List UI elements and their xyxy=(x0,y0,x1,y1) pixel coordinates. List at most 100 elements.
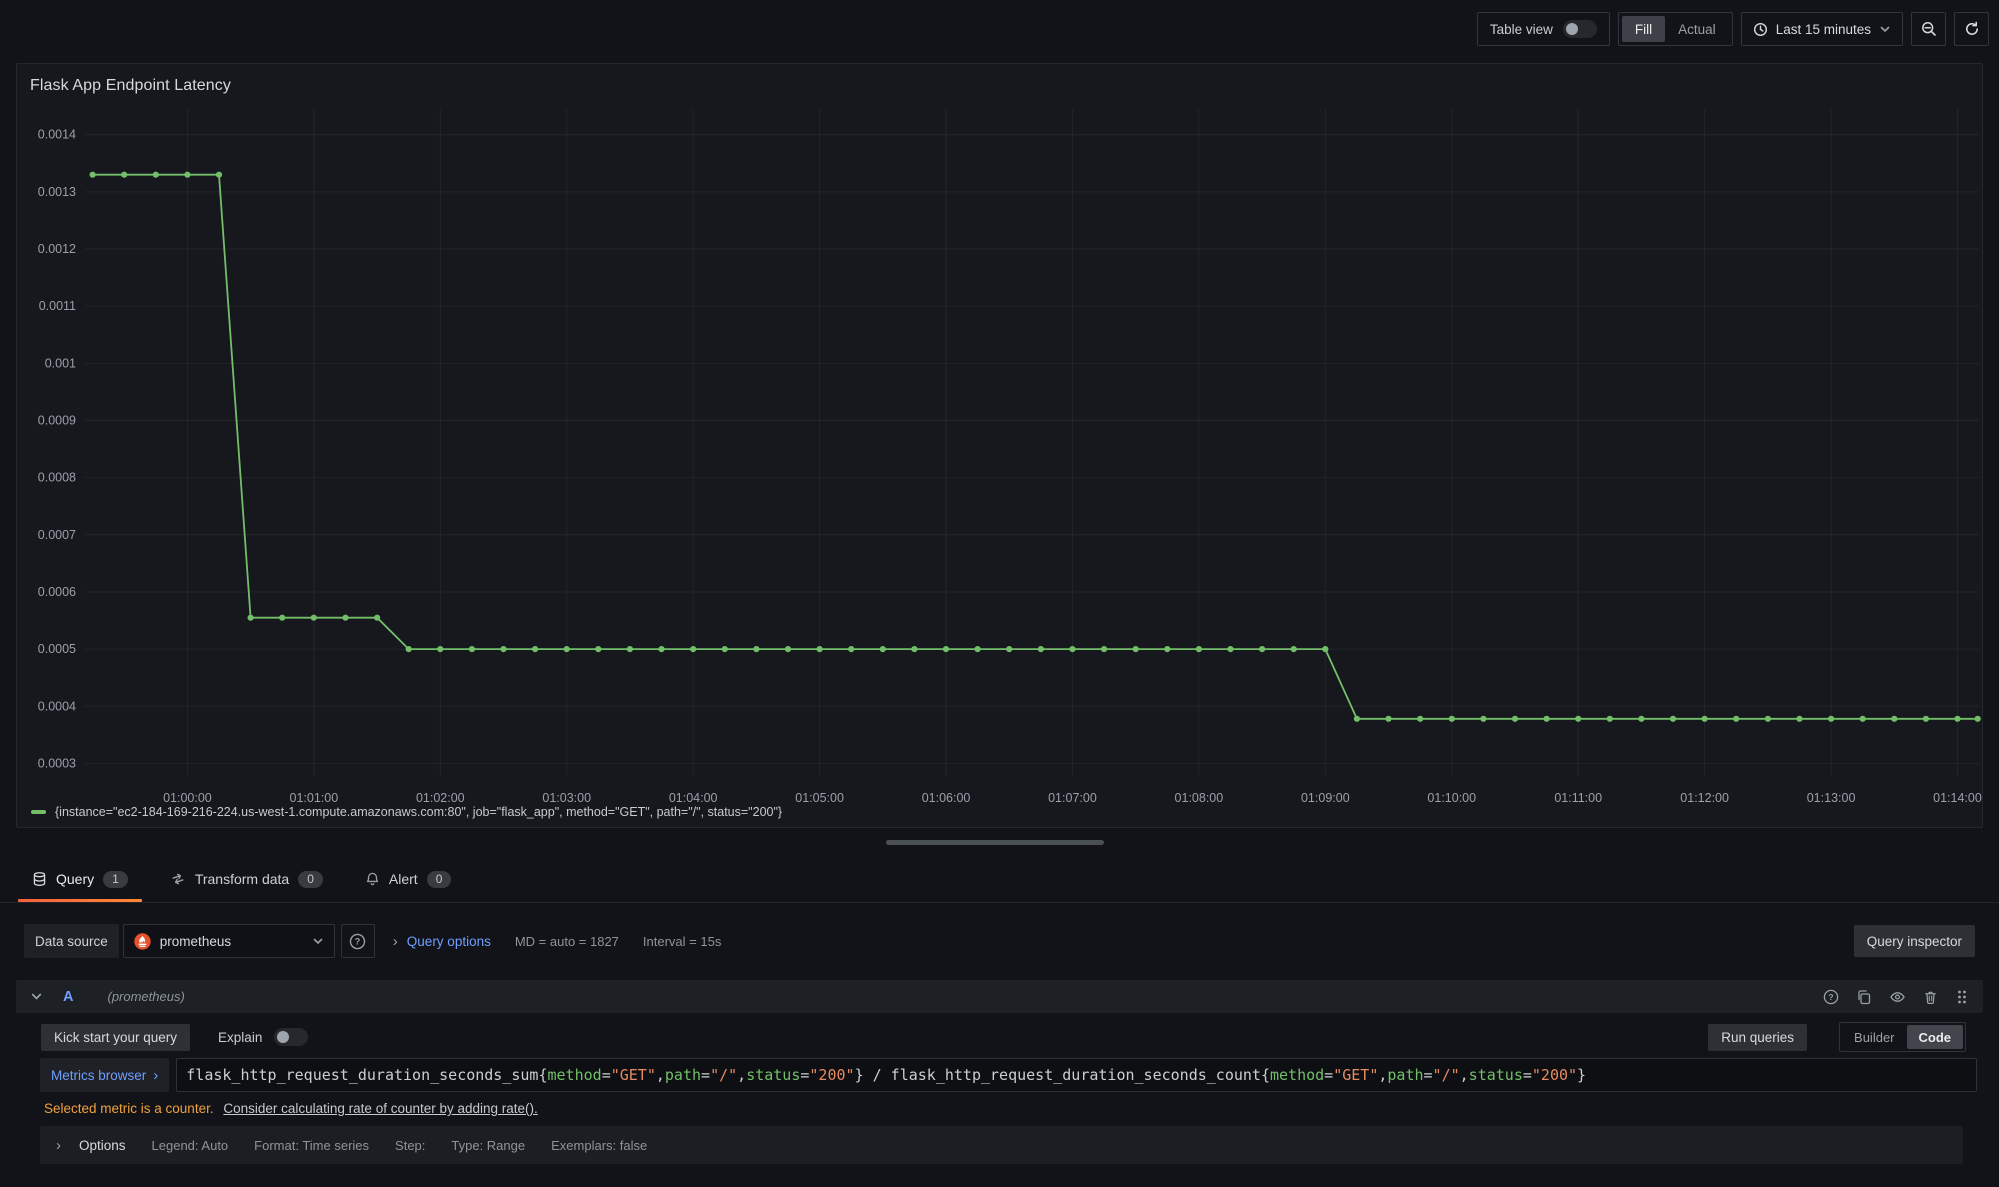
data-point xyxy=(248,615,254,621)
rate-hint-link[interactable]: Consider calculating rate of counter by … xyxy=(223,1101,537,1116)
legend-item[interactable]: {instance="ec2-184-169-216-224.us-west-1… xyxy=(31,805,782,819)
transform-count-badge: 0 xyxy=(298,871,323,888)
tab-alert[interactable]: Alert 0 xyxy=(349,856,467,902)
svg-text:?: ? xyxy=(355,936,361,946)
code-mode-button[interactable]: Code xyxy=(1907,1025,1964,1049)
data-point xyxy=(1291,646,1297,652)
x-axis-tick-label: 01:09:00 xyxy=(1301,791,1350,804)
panel-title: Flask App Endpoint Latency xyxy=(17,64,1982,95)
data-point xyxy=(564,646,570,652)
data-point xyxy=(1923,716,1929,722)
data-point xyxy=(722,646,728,652)
time-range-label: Last 15 minutes xyxy=(1776,22,1871,37)
datasource-select[interactable]: prometheus xyxy=(123,924,335,958)
data-point xyxy=(1417,716,1423,722)
actual-button[interactable]: Actual xyxy=(1665,16,1729,42)
query-options-label: Query options xyxy=(407,934,491,949)
bell-icon xyxy=(365,871,380,887)
data-point xyxy=(943,646,949,652)
builder-mode-button[interactable]: Builder xyxy=(1842,1025,1906,1049)
data-point xyxy=(279,615,285,621)
counter-warning-text: Selected metric is a counter. xyxy=(44,1101,214,1116)
table-view-toggle[interactable] xyxy=(1563,20,1597,38)
option-exemplars: Exemplars: false xyxy=(551,1138,647,1153)
query-count-badge: 1 xyxy=(103,871,128,888)
x-axis-tick-label: 01:02:00 xyxy=(416,791,465,804)
query-row-actions: ? xyxy=(1823,989,1969,1005)
query-options-toggle[interactable]: › Query options xyxy=(393,934,491,949)
x-axis-tick-label: 01:05:00 xyxy=(795,791,844,804)
y-axis-tick-label: 0.0014 xyxy=(38,128,76,142)
data-point xyxy=(469,646,475,652)
promql-input[interactable]: flask_http_request_duration_seconds_sum{… xyxy=(176,1058,1977,1092)
series-color-chip xyxy=(31,810,46,814)
data-point xyxy=(1796,716,1802,722)
editor-tabs: Query 1 Transform data 0 Alert 0 xyxy=(16,856,467,902)
help-circle-icon: ? xyxy=(349,933,366,950)
data-point xyxy=(1860,716,1866,722)
x-axis-tick-label: 01:04:00 xyxy=(669,791,718,804)
refresh-icon xyxy=(1964,21,1980,37)
data-point xyxy=(753,646,759,652)
data-point xyxy=(911,646,917,652)
query-editor-toolbar: Kick start your query Explain Run querie… xyxy=(41,1022,1966,1052)
y-axis-tick-label: 0.0004 xyxy=(38,699,76,713)
latency-series-line xyxy=(93,175,1978,719)
refresh-button[interactable] xyxy=(1954,12,1989,46)
hide-query-icon[interactable] xyxy=(1889,989,1906,1005)
data-point xyxy=(627,646,633,652)
run-queries-button[interactable]: Run queries xyxy=(1708,1024,1807,1051)
data-point xyxy=(1891,716,1897,722)
data-point xyxy=(595,646,601,652)
data-point xyxy=(1638,716,1644,722)
time-range-picker[interactable]: Last 15 minutes xyxy=(1741,12,1903,46)
tab-query[interactable]: Query 1 xyxy=(16,856,144,902)
kick-start-button[interactable]: Kick start your query xyxy=(41,1024,190,1051)
data-point xyxy=(880,646,886,652)
x-axis-tick-label: 01:01:00 xyxy=(290,791,339,804)
transform-icon xyxy=(170,871,186,887)
fill-button[interactable]: Fill xyxy=(1622,16,1665,42)
options-label: Options xyxy=(79,1138,126,1153)
data-point xyxy=(1733,716,1739,722)
metrics-browser-label: Metrics browser xyxy=(51,1068,146,1083)
builder-code-group: Builder Code xyxy=(1839,1022,1966,1052)
x-axis-tick-label: 01:00:00 xyxy=(163,791,212,804)
latency-chart[interactable]: 0.00140.00130.00120.00110.0010.00090.000… xyxy=(17,92,1984,804)
drag-handle-icon[interactable] xyxy=(1955,989,1969,1005)
y-axis-tick-label: 0.0005 xyxy=(38,642,76,656)
data-point xyxy=(848,646,854,652)
data-point xyxy=(374,615,380,621)
x-axis-tick-label: 01:11:00 xyxy=(1554,791,1602,804)
latency-panel: Flask App Endpoint Latency 0.0014 0.0013 0… xyxy=(16,63,1983,828)
y-axis-tick-label: 0.0006 xyxy=(38,585,76,599)
toggle-knob xyxy=(1566,23,1578,35)
query-row-header[interactable]: A (prometheus) ? xyxy=(16,980,1983,1013)
panel-resize-handle[interactable] xyxy=(886,840,1104,845)
y-axis-tick-label: 0.0013 xyxy=(38,185,76,199)
tab-label: Alert xyxy=(389,871,418,887)
explain-label: Explain xyxy=(218,1030,262,1045)
options-row[interactable]: › Options Legend: Auto Format: Time seri… xyxy=(40,1126,1963,1164)
data-point xyxy=(1702,716,1708,722)
data-point xyxy=(1354,716,1360,722)
data-point xyxy=(785,646,791,652)
query-inspector-button[interactable]: Query inspector xyxy=(1854,925,1975,957)
data-point xyxy=(690,646,696,652)
metrics-browser-toggle[interactable]: Metrics browser › xyxy=(40,1058,169,1092)
y-axis-tick-label: 0.0008 xyxy=(38,471,76,485)
tab-transform-data[interactable]: Transform data 0 xyxy=(154,856,339,902)
zoom-out-button[interactable] xyxy=(1911,12,1946,46)
collapse-chevron-icon xyxy=(30,990,43,1003)
datasource-help-button[interactable]: ? xyxy=(341,924,375,958)
zoom-out-icon xyxy=(1921,21,1937,37)
data-point xyxy=(1038,646,1044,652)
query-help-icon[interactable]: ? xyxy=(1823,989,1839,1005)
explain-toggle[interactable] xyxy=(274,1028,308,1046)
duplicate-query-icon[interactable] xyxy=(1856,989,1872,1005)
chevron-right-icon: › xyxy=(153,1068,158,1083)
data-point xyxy=(975,646,981,652)
y-axis-tick-label: 0.001 xyxy=(45,356,76,370)
y-axis-tick-label: 0.0012 xyxy=(38,242,76,256)
delete-query-icon[interactable] xyxy=(1923,989,1938,1005)
